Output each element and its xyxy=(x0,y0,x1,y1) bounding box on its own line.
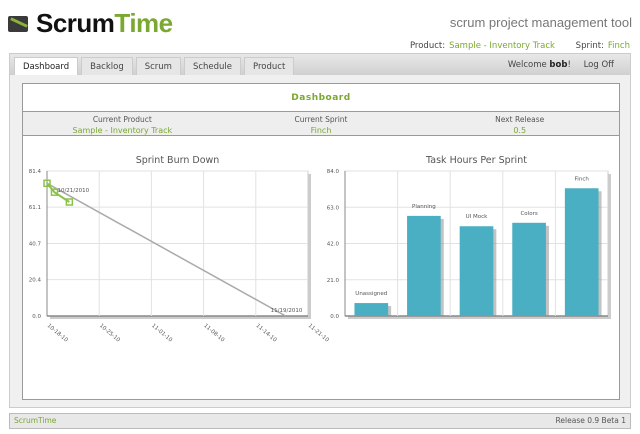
x-tick-label: 11-14-10 xyxy=(255,323,278,344)
bar-label: Planning xyxy=(412,204,436,210)
tab-dashboard[interactable]: Dashboard xyxy=(14,57,79,75)
logo-text-scrum: Scrum xyxy=(36,8,115,38)
welcome-text: Welcome xyxy=(507,60,547,70)
task-hours-chart: Task Hours Per Sprint 0.0 21.0 42.0 63.0 84.0… xyxy=(327,155,611,320)
footer-brand: ScrumTime xyxy=(14,416,57,425)
logo-icon xyxy=(8,15,28,32)
sprint-link[interactable]: Finch xyxy=(608,41,630,51)
dashboard-title: Dashboard xyxy=(23,84,619,112)
point-annotation: 11/19/2010 xyxy=(271,308,303,314)
y-tick-label: 40.7 xyxy=(29,242,42,248)
current-product-value: Sample - Inventory Track xyxy=(72,126,173,135)
x-tick-label: 11-01-10 xyxy=(150,323,173,344)
y-tick-label: 63.0 xyxy=(327,205,340,211)
tab-product[interactable]: Product xyxy=(244,57,295,75)
context-bar: Product: Sample - Inventory Track Sprint:… xyxy=(410,41,630,51)
product-link[interactable]: Sample - Inventory Track xyxy=(449,41,555,51)
logo[interactable]: ScrumTime xyxy=(8,8,173,39)
y-tick-label: 20.4 xyxy=(29,278,42,284)
x-tick-label: 10-25-10 xyxy=(98,323,121,344)
bar xyxy=(354,303,389,316)
bar-label: Finch xyxy=(575,176,590,182)
bar xyxy=(512,222,546,316)
tab-schedule[interactable]: Schedule xyxy=(183,57,242,75)
username: bob xyxy=(549,60,568,70)
x-tick-label: 11-08-10 xyxy=(202,323,225,344)
welcome-bang: ! xyxy=(567,60,571,70)
bar-label: Unassigned xyxy=(355,291,387,297)
y-tick-label: 0.0 xyxy=(330,314,339,320)
y-tick-label: 81.4 xyxy=(29,169,42,175)
tab-scrum[interactable]: Scrum xyxy=(135,57,181,75)
bar xyxy=(564,188,599,316)
tab-backlog[interactable]: Backlog xyxy=(81,57,133,75)
tab-bar: Dashboard Backlog Scrum Schedule Product… xyxy=(10,54,630,75)
y-tick-label: 61.1 xyxy=(29,205,41,211)
x-tick-label: 10-18-10 xyxy=(46,323,69,344)
y-tick-label: 42.0 xyxy=(327,242,340,248)
log-off-link[interactable]: Log Off xyxy=(584,60,614,70)
y-tick-label: 84.0 xyxy=(327,169,340,175)
chart-title: Sprint Burn Down xyxy=(136,155,220,166)
current-sprint-label: Current Sprint xyxy=(294,115,348,124)
bar-label: Colors xyxy=(520,211,537,217)
next-release-label: Next Release xyxy=(495,115,545,124)
y-tick-label: 0.0 xyxy=(32,314,41,320)
footer: ScrumTime Release 0.9 Beta 1 xyxy=(9,413,631,429)
summary-row: Current Product Sample - Inventory Track … xyxy=(23,112,619,136)
logo-text-time: Time xyxy=(114,8,173,38)
bar xyxy=(407,215,441,316)
bar xyxy=(459,226,494,316)
y-tick-label: 21.0 xyxy=(327,278,340,284)
footer-version: Release 0.9 Beta 1 xyxy=(555,416,626,425)
burndown-chart: Sprint Burn Down 0.0 20.4 40.7 61.1 81.4 10-18… xyxy=(29,155,330,344)
chart-title: Task Hours Per Sprint xyxy=(425,155,527,166)
current-sprint-value: Finch xyxy=(310,126,332,135)
sprint-label: Sprint: xyxy=(575,41,604,51)
welcome-area: Welcome bob! Log Off xyxy=(508,60,614,70)
current-product-label: Current Product xyxy=(92,115,152,124)
next-release-value: 0.5 xyxy=(513,126,527,135)
point-annotation: 10/21/2010 xyxy=(57,188,89,194)
product-label: Product: xyxy=(409,41,446,51)
tagline: scrum project management tool xyxy=(449,15,632,30)
bar-label: UI Mock xyxy=(466,214,489,220)
